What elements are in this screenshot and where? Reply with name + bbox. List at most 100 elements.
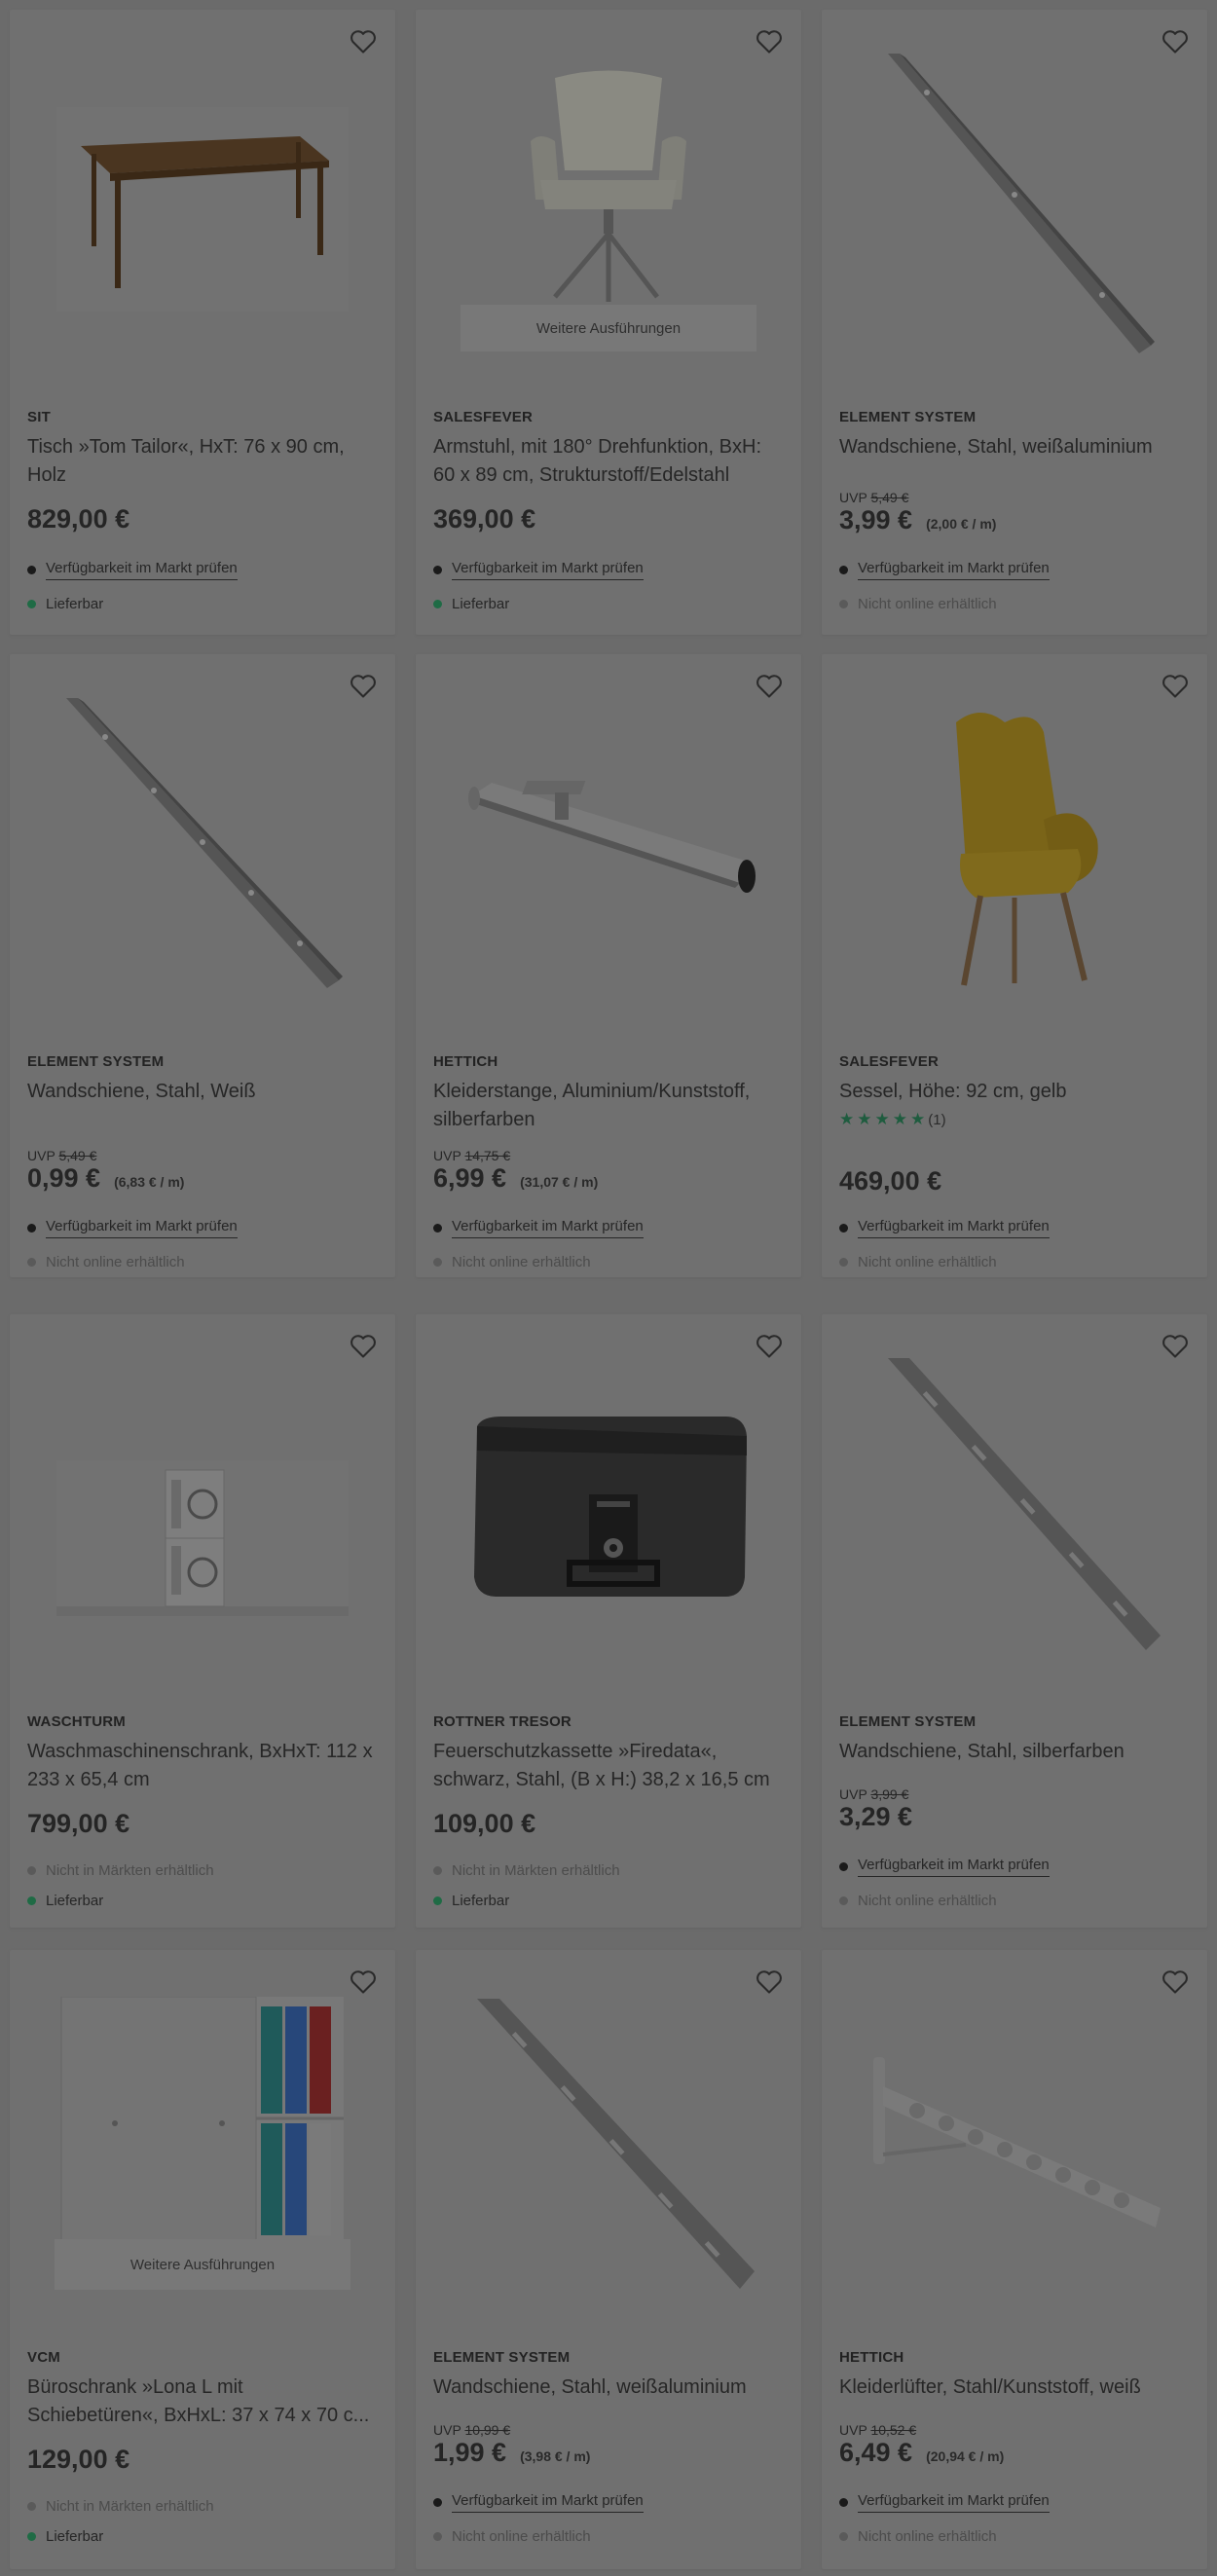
wishlist-heart-icon[interactable]	[347, 25, 380, 58]
more-variants-button[interactable]: Weitere Ausführungen	[55, 2239, 350, 2290]
product-brand: SIT	[27, 409, 51, 425]
product-brand: HETTICH	[433, 1053, 498, 1070]
product-title[interactable]: Kleiderstange, Aluminium/Kunststoff, sil…	[433, 1078, 784, 1134]
check-store-availability-link[interactable]: Verfügbarkeit im Markt prüfen	[858, 1857, 1050, 1877]
product-price: 469,00 €	[839, 1166, 942, 1196]
check-store-availability-link[interactable]: Verfügbarkeit im Markt prüfen	[452, 2492, 644, 2513]
star-icon: ★	[839, 1110, 855, 1128]
product-title[interactable]: Kleiderlüfter, Stahl/Kunststoff, weiß	[839, 2374, 1190, 2402]
more-variants-button[interactable]: Weitere Ausführungen	[461, 305, 756, 351]
check-store-availability-link[interactable]: Verfügbarkeit im Markt prüfen	[858, 2492, 1050, 2513]
wishlist-heart-icon[interactable]	[753, 1330, 786, 1363]
online-availability-row: Nicht online erhältlich	[839, 596, 997, 612]
product-image-rail[interactable]	[55, 698, 350, 995]
product-card[interactable]: HETTICH Kleiderstange, Aluminium/Kunstst…	[416, 654, 801, 1277]
product-title[interactable]: Büroschrank »Lona L mit Schiebetüren«, B…	[27, 2374, 378, 2430]
product-card[interactable]: SALESFEVER Sessel, Höhe: 92 cm, gelb ★ ★ ★…	[822, 654, 1207, 1277]
wishlist-heart-icon[interactable]	[1159, 1966, 1192, 1999]
product-image-rail-wide[interactable]	[867, 1358, 1162, 1655]
product-card[interactable]: Weitere Ausführungen VCM Büroschrank »Lo…	[10, 1950, 395, 2569]
wishlist-heart-icon[interactable]	[347, 670, 380, 703]
wishlist-heart-icon[interactable]	[753, 670, 786, 703]
not-online-label: Nicht online erhältlich	[452, 1254, 591, 1270]
deliverable-label: Lieferbar	[452, 596, 510, 612]
store-availability-row: Nicht in Märkten erhältlich	[433, 1862, 620, 1879]
wishlist-heart-icon[interactable]	[347, 1966, 380, 1999]
not-in-stores-label: Nicht in Märkten erhältlich	[452, 1862, 620, 1879]
store-availability-row: Verfügbarkeit im Markt prüfen	[27, 1218, 238, 1238]
product-title[interactable]: Feuerschutzkassette »Firedata«, schwarz,…	[433, 1738, 784, 1794]
status-dot	[27, 1896, 36, 1905]
check-store-availability-link[interactable]: Verfügbarkeit im Markt prüfen	[46, 1218, 238, 1238]
online-availability-row: Nicht online erhältlich	[433, 2528, 591, 2545]
status-dot	[839, 1896, 848, 1905]
deliverable-label: Lieferbar	[46, 596, 104, 612]
wishlist-heart-icon[interactable]	[753, 25, 786, 58]
wishlist-heart-icon[interactable]	[1159, 25, 1192, 58]
product-image-chair[interactable]	[461, 63, 756, 307]
status-dot	[27, 1258, 36, 1267]
product-card[interactable]: ROTTNER TRESOR Feuerschutzkassette »Fire…	[416, 1314, 801, 1928]
product-title[interactable]: Wandschiene, Stahl, weißaluminium	[433, 2374, 784, 2402]
product-title[interactable]: Tisch »Tom Tailor«, HxT: 76 x 90 cm, Hol…	[27, 433, 378, 490]
status-dot	[27, 600, 36, 608]
product-card[interactable]: SIT Tisch »Tom Tailor«, HxT: 76 x 90 cm,…	[10, 10, 395, 635]
product-brand: HETTICH	[839, 2349, 904, 2366]
store-availability-row: Nicht in Märkten erhältlich	[27, 2498, 214, 2515]
check-store-availability-link[interactable]: Verfügbarkeit im Markt prüfen	[858, 560, 1050, 580]
product-price: 0,99 €	[27, 1163, 101, 1193]
online-availability-row: Nicht online erhältlich	[839, 2528, 997, 2545]
wishlist-heart-icon[interactable]	[1159, 1330, 1192, 1363]
unit-price: (31,07 € / m)	[520, 1174, 599, 1190]
product-card[interactable]: WASCHTURM Waschmaschinenschrank, BxHxT: …	[10, 1314, 395, 1928]
status-dot	[839, 2532, 848, 2541]
product-image-table[interactable]	[55, 107, 350, 312]
check-store-availability-link[interactable]: Verfügbarkeit im Markt prüfen	[452, 1218, 644, 1238]
product-image-clothes-airer[interactable]	[867, 2047, 1162, 2242]
check-store-availability-link[interactable]: Verfügbarkeit im Markt prüfen	[46, 560, 238, 580]
product-image-rail-wide[interactable]	[461, 1999, 756, 2291]
wishlist-heart-icon[interactable]	[1159, 670, 1192, 703]
product-image-clothes-rod[interactable]	[461, 771, 756, 917]
product-card[interactable]: ELEMENT SYSTEM Wandschiene, Stahl, weißa…	[416, 1950, 801, 2569]
status-dot	[27, 1866, 36, 1875]
not-online-label: Nicht online erhältlich	[858, 1254, 997, 1270]
product-title[interactable]: Waschmaschinenschrank, BxHxT: 112 x 233 …	[27, 1738, 378, 1794]
online-availability-row: Lieferbar	[27, 2528, 103, 2545]
store-availability-row: Verfügbarkeit im Markt prüfen	[433, 1218, 644, 1238]
product-card[interactable]: ELEMENT SYSTEM Wandschiene, Stahl, Weiß …	[10, 654, 395, 1277]
status-dot	[27, 1224, 36, 1233]
product-title[interactable]: Sessel, Höhe: 92 cm, gelb	[839, 1078, 1190, 1106]
product-title[interactable]: Wandschiene, Stahl, silberfarben	[839, 1738, 1190, 1766]
star-icon: ★	[892, 1110, 907, 1128]
status-dot	[839, 2498, 848, 2507]
product-price: 369,00 €	[433, 504, 536, 534]
product-card[interactable]: ELEMENT SYSTEM Wandschiene, Stahl, weißa…	[822, 10, 1207, 635]
product-image-cabinet[interactable]	[55, 1997, 350, 2242]
product-title[interactable]: Wandschiene, Stahl, weißaluminium	[839, 433, 1190, 461]
not-in-stores-label: Nicht in Märkten erhältlich	[46, 2498, 214, 2515]
product-brand: ELEMENT SYSTEM	[839, 1713, 977, 1730]
rating-count: (1)	[928, 1111, 946, 1128]
product-card[interactable]: ELEMENT SYSTEM Wandschiene, Stahl, silbe…	[822, 1314, 1207, 1928]
check-store-availability-link[interactable]: Verfügbarkeit im Markt prüfen	[452, 560, 644, 580]
product-title[interactable]: Wandschiene, Stahl, Weiß	[27, 1078, 378, 1106]
product-card[interactable]: Weitere Ausführungen SALESFEVER Armstuhl…	[416, 10, 801, 635]
status-dot	[433, 1224, 442, 1233]
product-image-rail[interactable]	[867, 54, 1162, 360]
product-card[interactable]: HETTICH Kleiderlüfter, Stahl/Kunststoff,…	[822, 1950, 1207, 2569]
wishlist-heart-icon[interactable]	[347, 1330, 380, 1363]
rating-stars[interactable]: ★ ★ ★ ★ ★ (1)	[839, 1110, 1190, 1129]
status-dot	[433, 1258, 442, 1267]
check-store-availability-link[interactable]: Verfügbarkeit im Markt prüfen	[858, 1218, 1050, 1238]
product-title[interactable]: Armstuhl, mit 180° Drehfunktion, BxH: 60…	[433, 433, 784, 490]
product-image-safe-box[interactable]	[461, 1412, 756, 1606]
status-dot	[839, 1258, 848, 1267]
wishlist-heart-icon[interactable]	[753, 1966, 786, 1999]
status-dot	[433, 2532, 442, 2541]
uvp-price: UVP 5,49 €	[27, 1148, 97, 1163]
product-image-armchair[interactable]	[867, 703, 1162, 995]
status-dot	[27, 566, 36, 574]
product-brand: ELEMENT SYSTEM	[433, 2349, 571, 2366]
product-image-washtower[interactable]	[55, 1460, 350, 1616]
